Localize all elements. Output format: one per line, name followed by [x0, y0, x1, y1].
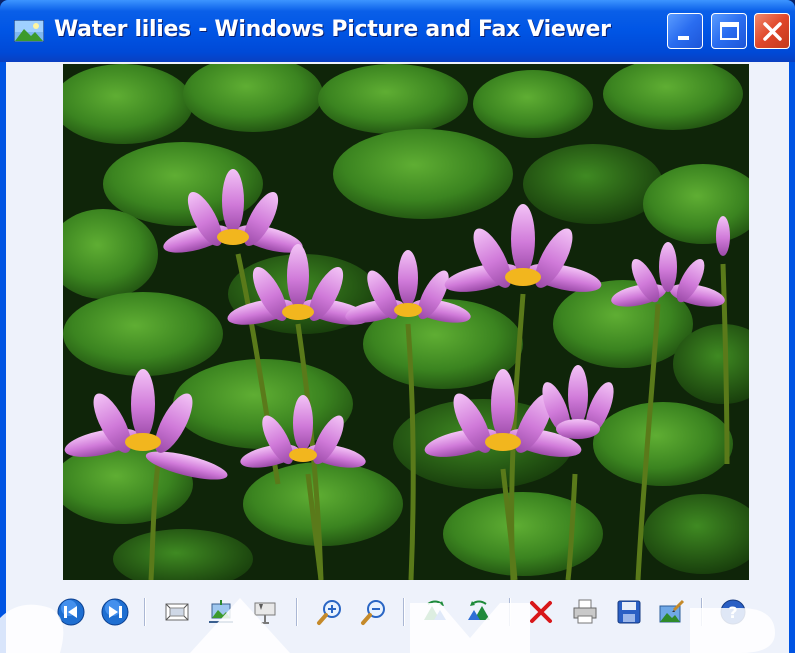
- print-icon: [573, 599, 597, 624]
- delete-icon: [530, 601, 552, 623]
- save-icon: [617, 600, 641, 624]
- rotate-counterclockwise-button[interactable]: [464, 596, 494, 628]
- viewer-client-area: ?: [6, 62, 789, 653]
- zoom-out-icon: [361, 600, 385, 625]
- svg-text:?: ?: [728, 603, 737, 622]
- toolbar-separator: [403, 598, 405, 626]
- close-icon: [763, 22, 782, 41]
- slideshow-icon: [254, 602, 276, 624]
- toolbar-separator: [509, 598, 511, 626]
- delete-button[interactable]: [526, 596, 556, 628]
- picture-viewer-app-icon: [14, 20, 44, 42]
- previous-image-icon: [57, 598, 85, 626]
- previous-image-button[interactable]: [56, 596, 86, 628]
- minimize-button[interactable]: [667, 13, 703, 49]
- viewer-toolbar: ?: [6, 586, 789, 653]
- zoom-out-button[interactable]: [358, 596, 388, 628]
- rotate-counterclockwise-icon: [468, 600, 490, 620]
- actual-size-button[interactable]: [206, 596, 236, 628]
- maximize-button[interactable]: [711, 13, 747, 49]
- edit-button[interactable]: [656, 596, 686, 628]
- close-button[interactable]: [754, 13, 790, 49]
- title-bar[interactable]: Water lilies - Windows Picture and Fax V…: [0, 0, 795, 62]
- window-title: Water lilies - Windows Picture and Fax V…: [54, 17, 611, 42]
- zoom-in-icon: [317, 600, 341, 625]
- toolbar-separator: [701, 598, 703, 626]
- rotate-clockwise-icon: [424, 600, 446, 620]
- viewer-window: Water lilies - Windows Picture and Fax V…: [0, 0, 795, 653]
- minimize-icon: [678, 36, 689, 40]
- water-lilies-photo: [63, 64, 749, 580]
- maximize-icon: [720, 22, 739, 40]
- toolbar-separator: [144, 598, 146, 626]
- edit-icon: [659, 599, 685, 623]
- next-image-icon: [101, 598, 129, 626]
- next-image-button[interactable]: [100, 596, 130, 628]
- actual-size-icon: [209, 600, 233, 623]
- zoom-in-button[interactable]: [314, 596, 344, 628]
- toolbar-separator: [296, 598, 298, 626]
- slideshow-button[interactable]: [250, 596, 280, 628]
- best-fit-button[interactable]: [162, 596, 192, 628]
- save-button[interactable]: [614, 596, 644, 628]
- best-fit-icon: [165, 603, 189, 621]
- help-icon: ?: [720, 599, 746, 625]
- rotate-clockwise-button[interactable]: [420, 596, 450, 628]
- help-button[interactable]: ?: [718, 596, 748, 628]
- photo-display[interactable]: [63, 64, 749, 580]
- print-button[interactable]: [570, 596, 600, 628]
